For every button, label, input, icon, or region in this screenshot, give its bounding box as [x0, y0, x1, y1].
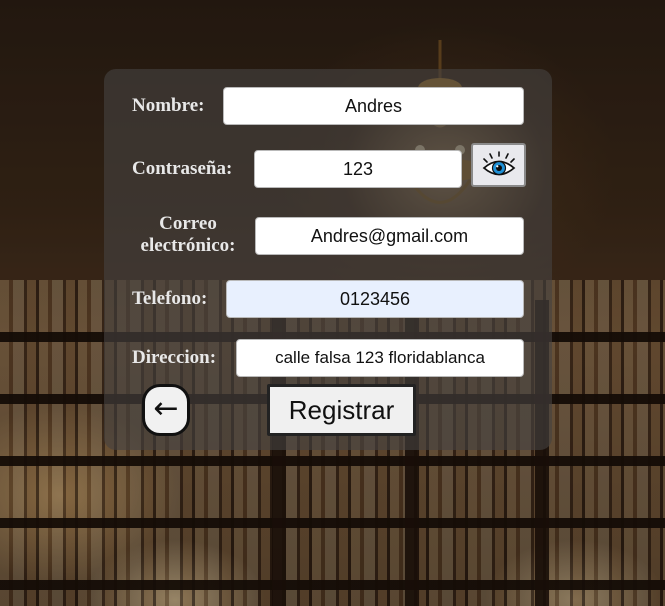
correo-label-line2: electrónico: [140, 235, 236, 256]
correo-label-line1: Correo [159, 213, 217, 234]
contrasena-label: Contraseña: [132, 158, 233, 179]
password-field[interactable] [254, 150, 462, 188]
nombre-label: Nombre: [132, 95, 205, 116]
eye-icon [482, 151, 515, 176]
left-arrow-icon: ← [153, 390, 179, 426]
phone-field[interactable] [226, 280, 524, 318]
email-field[interactable] [255, 217, 524, 255]
show-password-button[interactable] [471, 143, 526, 187]
register-button[interactable]: Registrar [267, 384, 416, 436]
address-field[interactable] [236, 339, 524, 377]
telefono-label: Telefono: [132, 288, 208, 309]
nombre-field[interactable] [223, 87, 524, 125]
back-button[interactable]: ← [142, 384, 190, 436]
correo-label: Correo electrónico: [132, 213, 244, 257]
direccion-label: Direccion: [132, 347, 217, 368]
